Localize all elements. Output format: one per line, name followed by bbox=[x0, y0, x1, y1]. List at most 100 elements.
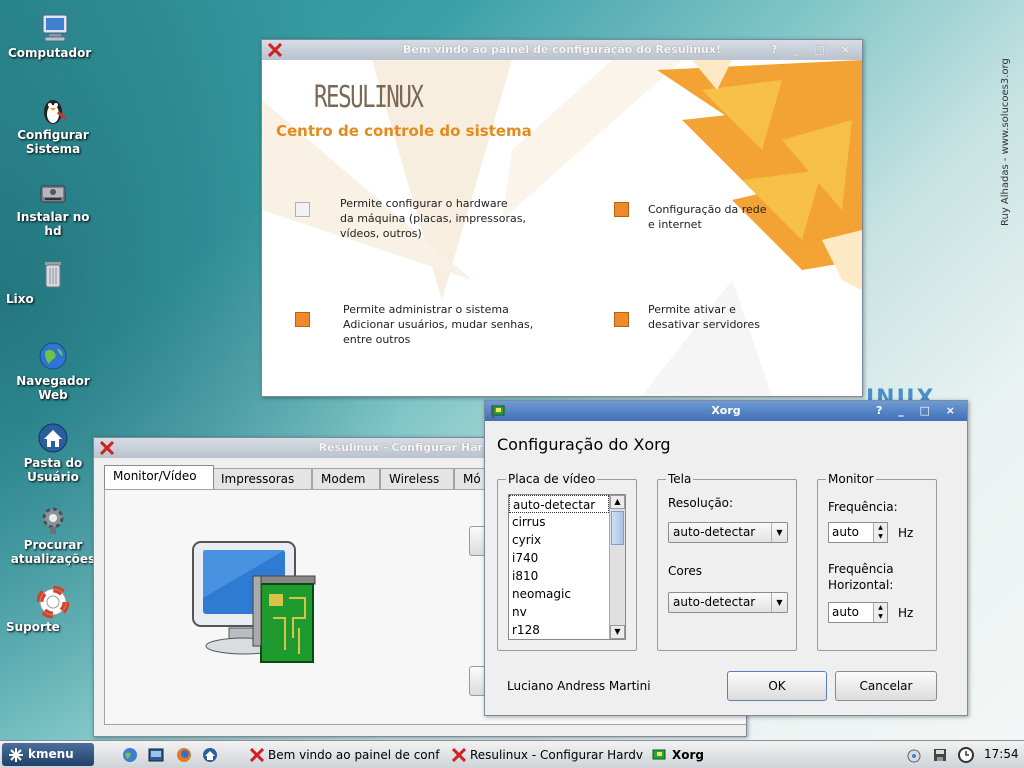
flag-icon[interactable] bbox=[491, 404, 505, 418]
frequency-label: Frequência: bbox=[828, 500, 898, 514]
desktop-icon-label: Pasta do Usuário bbox=[23, 456, 83, 484]
desktop-icon-support[interactable]: Suporte bbox=[6, 585, 100, 634]
spin-down-icon[interactable]: ▼ bbox=[873, 532, 887, 542]
tab-wireless[interactable]: Wireless bbox=[380, 468, 454, 490]
browser-icon[interactable] bbox=[122, 747, 138, 763]
frequency-spinbox[interactable]: auto ▲ ▼ bbox=[828, 522, 888, 543]
services-option-button[interactable] bbox=[614, 312, 629, 327]
list-item[interactable]: neomagic bbox=[509, 585, 609, 603]
list-item[interactable]: auto-detectar bbox=[509, 495, 609, 513]
resolution-label: Resolução: bbox=[668, 496, 734, 510]
network-option-button[interactable] bbox=[614, 202, 629, 217]
window-controls[interactable]: ? _ □ × bbox=[876, 401, 961, 421]
desktop-icon-user-folder[interactable]: Pasta do Usuário bbox=[6, 422, 100, 484]
cancel-button[interactable]: Cancelar bbox=[835, 671, 937, 701]
desktop-icon-search-updates[interactable]: Procurar atualizações bbox=[6, 504, 100, 566]
monitor-group: Monitor Frequência: auto ▲ ▼ Hz Frequênc… bbox=[817, 472, 937, 651]
scroll-up-icon[interactable]: ▲ bbox=[610, 495, 625, 509]
video-card-list[interactable]: auto-detectar cirrus cyrix i740 i810 neo… bbox=[508, 494, 626, 640]
desktop-icon-web-browser[interactable]: Navegador Web bbox=[6, 340, 100, 402]
resulinux-x-icon bbox=[250, 748, 264, 762]
welcome-titlebar[interactable]: Bem vindo ao painel de configuração do R… bbox=[262, 40, 862, 60]
firefox-icon[interactable] bbox=[176, 747, 192, 763]
desktop-icon-label: Suporte bbox=[6, 620, 60, 634]
list-item[interactable]: nv bbox=[509, 603, 609, 621]
brand-logo-text: RESULINUX bbox=[314, 80, 424, 115]
xorg-titlebar[interactable]: Xorg ? _ □ × bbox=[485, 401, 967, 421]
monitor-card-icon bbox=[192, 541, 316, 663]
clock-icon[interactable] bbox=[958, 747, 974, 763]
task-hardware-window[interactable]: Resulinux - Configurar Hardv bbox=[452, 744, 644, 766]
resulinux-x-icon bbox=[452, 748, 466, 762]
list-item[interactable]: r128 bbox=[509, 621, 609, 639]
desktop-icon-configure-system[interactable]: Configurar Sistema bbox=[6, 94, 100, 156]
trash-icon bbox=[37, 258, 69, 290]
window-title: Xorg bbox=[711, 404, 741, 417]
list-item[interactable]: i810 bbox=[509, 567, 609, 585]
xorg-dialog: Xorg ? _ □ × Configuração do Xorg Placa … bbox=[484, 400, 968, 716]
colors-select[interactable]: auto-detectar ▼ bbox=[668, 592, 788, 613]
home-icon bbox=[37, 422, 69, 454]
frequency-unit: Hz bbox=[898, 526, 914, 540]
welcome-panel: RESULINUX Centro de controle do sistema … bbox=[262, 60, 862, 396]
hardware-option-button[interactable] bbox=[295, 202, 310, 217]
desktop-icon-label: Computador bbox=[8, 46, 92, 60]
services-option-text[interactable]: Permite ativar e desativar servidores bbox=[648, 302, 760, 332]
author-label: Luciano Andress Martini bbox=[507, 679, 651, 693]
group-label: Monitor bbox=[826, 472, 876, 486]
hardware-option-text[interactable]: Permite configurar o hardware da máquina… bbox=[340, 196, 526, 241]
network-tray-icon[interactable] bbox=[906, 747, 922, 763]
desktop-watermark: Ruy Alhadas - www.solucoes3.org bbox=[1000, 58, 1011, 226]
desktop-icon-install-hd[interactable]: Instalar no hd bbox=[6, 176, 100, 238]
hard-disk-icon bbox=[37, 176, 69, 208]
resolution-select[interactable]: auto-detectar ▼ bbox=[668, 522, 788, 543]
group-label: Placa de vídeo bbox=[506, 472, 598, 486]
spin-down-icon[interactable]: ▼ bbox=[873, 612, 887, 622]
window-controls[interactable]: ? _ □ × bbox=[771, 40, 856, 60]
admin-option-text[interactable]: Permite administrar o sistema Adicionar … bbox=[343, 302, 533, 347]
group-label: Tela bbox=[666, 472, 694, 486]
scroll-thumb[interactable] bbox=[611, 511, 624, 545]
scroll-down-icon[interactable]: ▼ bbox=[610, 625, 625, 639]
taskbar: kmenu Bem vindo ao painel de conf Resuli… bbox=[0, 740, 1024, 768]
list-item[interactable]: i740 bbox=[509, 549, 609, 567]
resulinux-x-icon[interactable] bbox=[268, 43, 282, 57]
tab-monitor-video[interactable]: Monitor/Vídeo bbox=[104, 465, 214, 491]
welcome-window: Bem vindo ao painel de configuração do R… bbox=[261, 39, 863, 397]
chevron-down-icon: ▼ bbox=[771, 523, 787, 542]
lifebuoy-icon bbox=[36, 585, 70, 619]
resulinux-x-icon[interactable] bbox=[100, 441, 114, 455]
screen-group: Tela Resolução: auto-detectar ▼ Cores au… bbox=[657, 472, 797, 651]
clock-time[interactable]: 17:54 bbox=[984, 747, 1019, 761]
hfrequency-unit: Hz bbox=[898, 606, 914, 620]
desktop-icon-label: Instalar no hd bbox=[16, 210, 90, 238]
hfrequency-label-line1: Frequência bbox=[828, 562, 894, 576]
desktop-icon-trash[interactable]: Lixo bbox=[6, 258, 100, 306]
network-option-text[interactable]: Configuração da rede e internet bbox=[648, 202, 767, 232]
home-icon[interactable] bbox=[202, 747, 218, 763]
desktop-icon-label: Procurar atualizações bbox=[10, 538, 96, 566]
hfrequency-label-line2: Horizontal: bbox=[828, 578, 894, 592]
task-welcome-window[interactable]: Bem vindo ao painel de conf bbox=[250, 744, 442, 766]
admin-option-button[interactable] bbox=[295, 312, 310, 327]
list-item[interactable]: cyrix bbox=[509, 531, 609, 549]
terminal-icon[interactable] bbox=[148, 747, 164, 763]
tab-modem[interactable]: Modem bbox=[312, 468, 380, 490]
chevron-down-icon: ▼ bbox=[771, 593, 787, 612]
kmenu-button[interactable]: kmenu bbox=[2, 743, 94, 766]
save-disk-icon[interactable] bbox=[932, 747, 948, 763]
desktop-icon-computer[interactable]: Computador bbox=[8, 12, 102, 60]
penguin-tools-icon bbox=[37, 94, 69, 126]
colors-label: Cores bbox=[668, 564, 703, 578]
window-title: Bem vindo ao painel de configuração do R… bbox=[403, 43, 721, 56]
gear-icon bbox=[37, 504, 69, 536]
list-item[interactable]: cirrus bbox=[509, 513, 609, 531]
tab-printers[interactable]: Impressoras bbox=[212, 468, 312, 490]
task-xorg-dialog[interactable]: Xorg bbox=[652, 744, 742, 766]
list-scrollbar[interactable]: ▲ ▼ bbox=[609, 495, 625, 639]
desktop-icon-label: Configurar Sistema bbox=[17, 128, 89, 156]
hfrequency-spinbox[interactable]: auto ▲ ▼ bbox=[828, 602, 888, 623]
subtitle: Centro de controle do sistema bbox=[276, 122, 532, 140]
ok-button[interactable]: OK bbox=[727, 671, 827, 701]
dialog-heading: Configuração do Xorg bbox=[497, 435, 671, 454]
